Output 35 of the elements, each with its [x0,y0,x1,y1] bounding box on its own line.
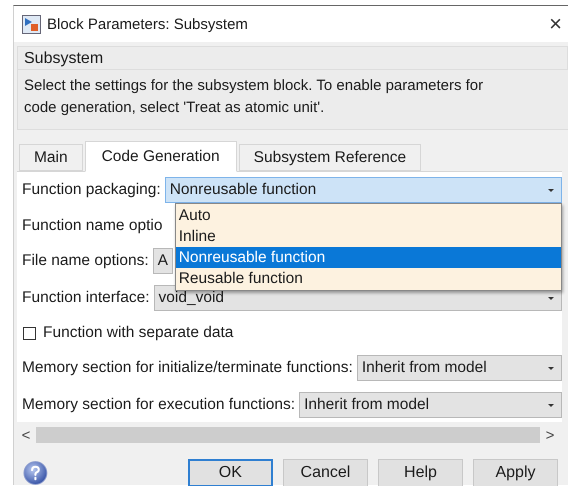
field-label: Memory section for execution functions: [22,396,296,414]
checkbox-label: Function with separate data [43,324,234,342]
tab[interactable]: Code Generation [84,141,237,172]
window-title: Block Parameters: Subsystem [47,16,249,32]
field-label: Memory section for initialize/terminate functions: [22,359,353,377]
app-icon [22,14,41,34]
description-text: Select the settings for the subsystem block. To enable parameters for code generation, select 'Treat as atomic unit'. [17,69,568,130]
dropdown-field[interactable]: Inherit from model [299,392,562,418]
scroll-right-button[interactable]: > [544,426,556,444]
field-label: File name options: [22,252,149,270]
help-icon[interactable] [23,460,48,486]
field-label: Function packaging: [22,181,161,199]
tab[interactable]: Main [19,144,83,171]
dropdown-option[interactable]: Inline [176,226,561,247]
dialog-button[interactable]: Help [378,459,463,486]
caret-icon [547,402,555,408]
caret-icon [547,296,555,301]
dialog-button[interactable]: Cancel [282,459,368,486]
dropdown-field[interactable]: Inherit from model [356,355,562,381]
dropdown-field[interactable]: Nonreusable function [164,177,562,203]
field-label: Function name optio [22,216,162,235]
scrollbar-thumb[interactable] [36,427,540,443]
dropdown-option[interactable]: Nonreusable function [176,247,561,268]
dropdown-option[interactable]: Auto [176,205,561,226]
dialog-button[interactable]: Apply [472,459,558,486]
caret-icon [547,188,555,192]
caret-icon [547,366,555,370]
close-button[interactable]: × [549,13,562,35]
group-title: Subsystem [17,46,568,69]
dropdown-field[interactable]: A [152,248,173,274]
tab[interactable]: Subsystem Reference [238,144,422,171]
field-label: Function interface: [22,289,150,308]
dialog-button[interactable]: OK [188,459,273,486]
checkbox[interactable] [23,326,36,340]
scroll-left-button[interactable]: < [20,426,32,444]
